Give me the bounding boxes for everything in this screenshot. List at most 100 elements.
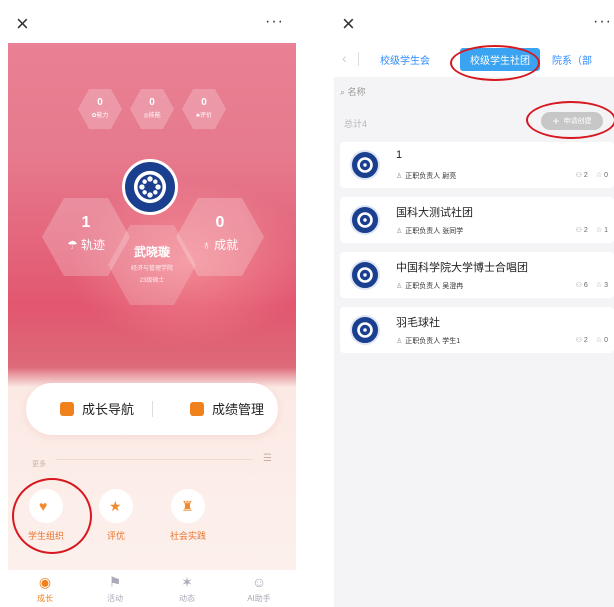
ucas-emblem-icon: [357, 267, 373, 283]
practice-icon-bg: ♜: [171, 489, 205, 523]
more-divider: [56, 459, 252, 460]
achievement-icon: ♁: [201, 238, 211, 252]
tabs-divider: [358, 52, 359, 66]
ucas-emblem-icon: [357, 157, 373, 173]
club-title: 国科大测试社团: [396, 207, 473, 219]
growth-navigation-label: 成长导航: [82, 402, 135, 417]
club-title: 中国科学院大学博士合唱团: [396, 262, 528, 274]
club-leader: ♙ 正职负责人 学生1: [396, 338, 461, 345]
skill-stat[interactable]: 0 ◎技能: [130, 89, 174, 129]
more-label: 更多: [32, 461, 46, 468]
club-card[interactable]: 羽毛球社 ♙ 正职负责人 学生1 ⚇ 2 ☆ 0: [340, 307, 614, 353]
social-practice-button[interactable]: ♜ 社会实践: [164, 489, 212, 542]
tab-activity[interactable]: ⚑ 活动: [90, 574, 140, 604]
more-icon[interactable]: ···: [265, 13, 284, 31]
student-organization-screen: × ··· ‹ 校级学生会 校级学生社团 院系（部 ⌕ 名称 总计4 + 申请创建…: [334, 7, 614, 607]
club-card[interactable]: 1 ♙ 正职负责人 尉亮 ⚇ 2 ☆ 0: [340, 142, 614, 188]
club-stats: ⚇ 2 ☆ 0: [575, 172, 608, 179]
university-logo: [122, 159, 178, 215]
club-leader: ♙ 正职负责人 尉亮: [396, 173, 457, 180]
tab-school-student-union[interactable]: 校级学生会: [380, 52, 430, 67]
evaluation-label: ♣评价: [196, 113, 212, 119]
student-grade: 23级硕士: [139, 278, 165, 284]
ability-stat[interactable]: 0 ✿能力: [78, 89, 122, 129]
person-icon: ♙: [396, 283, 403, 290]
star-icon: ☆: [595, 282, 603, 289]
ucas-emblem-icon: [357, 212, 373, 228]
search-bar[interactable]: ⌕ 名称: [340, 85, 614, 101]
clipboard-icon: [190, 401, 204, 416]
members-icon: ⚇: [575, 227, 582, 234]
club-stats: ⚇ 6 ☆ 3: [575, 282, 608, 289]
ability-label: ✿能力: [91, 113, 109, 119]
student-school: 经济与管理学院: [130, 266, 173, 272]
map-pin-icon: [60, 401, 74, 416]
achievement-label: ♁ 成就: [201, 238, 239, 252]
flag-outline-icon: ⚑: [108, 574, 122, 590]
excellence-evaluation-label: 评优: [106, 531, 125, 541]
grade-management-button[interactable]: 成绩管理: [190, 399, 264, 418]
quick-nav-card: 成长导航 成绩管理: [26, 383, 278, 435]
total-count: 总计4: [344, 119, 368, 129]
person-icon: ♙: [396, 173, 403, 180]
tab-growth-label: 成长: [37, 594, 53, 603]
tab-ai-assistant[interactable]: ☺ AI助手: [234, 574, 284, 604]
tab-growth[interactable]: ◉ 成长: [20, 574, 70, 604]
annotation-circle-apply: [526, 101, 614, 139]
club-title: 1: [396, 149, 403, 161]
members-icon: ⚇: [575, 282, 582, 289]
club-stats: ⚇ 2 ☆ 1: [575, 227, 608, 234]
filter-icon[interactable]: ☰: [263, 453, 272, 464]
evaluation-value: 0: [201, 97, 207, 108]
star-icon: ☆: [595, 172, 603, 179]
excellence-evaluation-button[interactable]: ★ 评优: [92, 489, 140, 542]
mini-program-top-bar: × ···: [8, 7, 296, 43]
trajectory-icon: ☂: [66, 238, 78, 252]
ucas-emblem-icon: [357, 322, 373, 338]
bottom-tab-bar: ◉ 成长 ⚑ 活动 ✶ 动态 ☺ AI助手: [8, 570, 296, 607]
annotation-circle-student-org: [12, 478, 92, 554]
club-card[interactable]: 中国科学院大学博士合唱团 ♙ 正职负责人 吴澄冉 ⚇ 6 ☆ 3: [340, 252, 614, 298]
close-icon-right[interactable]: ×: [342, 13, 355, 35]
search-icon: ⌕: [340, 87, 346, 97]
award-icon: ★: [109, 498, 122, 514]
mini-program-top-bar-right: × ···: [334, 7, 614, 43]
evaluation-stat[interactable]: 0 ♣评价: [182, 89, 226, 129]
skill-label: ◎技能: [143, 113, 161, 119]
club-avatar: [350, 205, 380, 235]
tab-activity-label: 活动: [107, 594, 123, 603]
tab-dynamics-label: 动态: [179, 594, 195, 603]
club-avatar: [350, 150, 380, 180]
tab-dynamics[interactable]: ✶ 动态: [162, 574, 212, 604]
growth-navigation-button[interactable]: 成长导航: [60, 399, 134, 418]
close-icon[interactable]: ×: [16, 13, 29, 35]
club-leader: ♙ 正职负责人 张同学: [396, 228, 464, 235]
ability-value: 0: [97, 97, 103, 108]
club-avatar: [350, 260, 380, 290]
robot-icon: ☺: [251, 574, 267, 590]
tab-departments[interactable]: 院系（部: [552, 52, 592, 67]
club-avatar: [350, 315, 380, 345]
ucas-emblem-icon: [133, 170, 167, 204]
search-placeholder: 名称: [347, 87, 366, 97]
pinwheel-icon: ✶: [181, 574, 193, 590]
more-section-header: 更多 ☰: [32, 453, 272, 469]
tab-ai-assistant-label: AI助手: [247, 594, 271, 603]
skill-value: 0: [149, 97, 155, 108]
members-icon: ⚇: [575, 172, 582, 179]
club-leader: ♙ 正职负责人 吴澄冉: [396, 283, 464, 290]
club-card[interactable]: 国科大测试社团 ♙ 正职负责人 张同学 ⚇ 2 ☆ 1: [340, 197, 614, 243]
club-title: 羽毛球社: [396, 317, 440, 329]
social-practice-label: 社会实践: [169, 531, 206, 541]
evaluation-icon-bg: ★: [99, 489, 133, 523]
compass-icon: ◉: [38, 574, 52, 590]
person-icon: ♙: [396, 338, 403, 345]
star-icon: ☆: [595, 227, 603, 234]
chevron-left-icon[interactable]: ‹: [342, 50, 347, 66]
person-icon: ♙: [396, 228, 403, 235]
star-icon: ☆: [595, 337, 603, 344]
more-icon-right[interactable]: ···: [593, 13, 612, 31]
flag-icon: ♜: [181, 498, 194, 514]
annotation-circle-clubs-tab: [450, 45, 540, 81]
nav-divider: [152, 401, 153, 417]
